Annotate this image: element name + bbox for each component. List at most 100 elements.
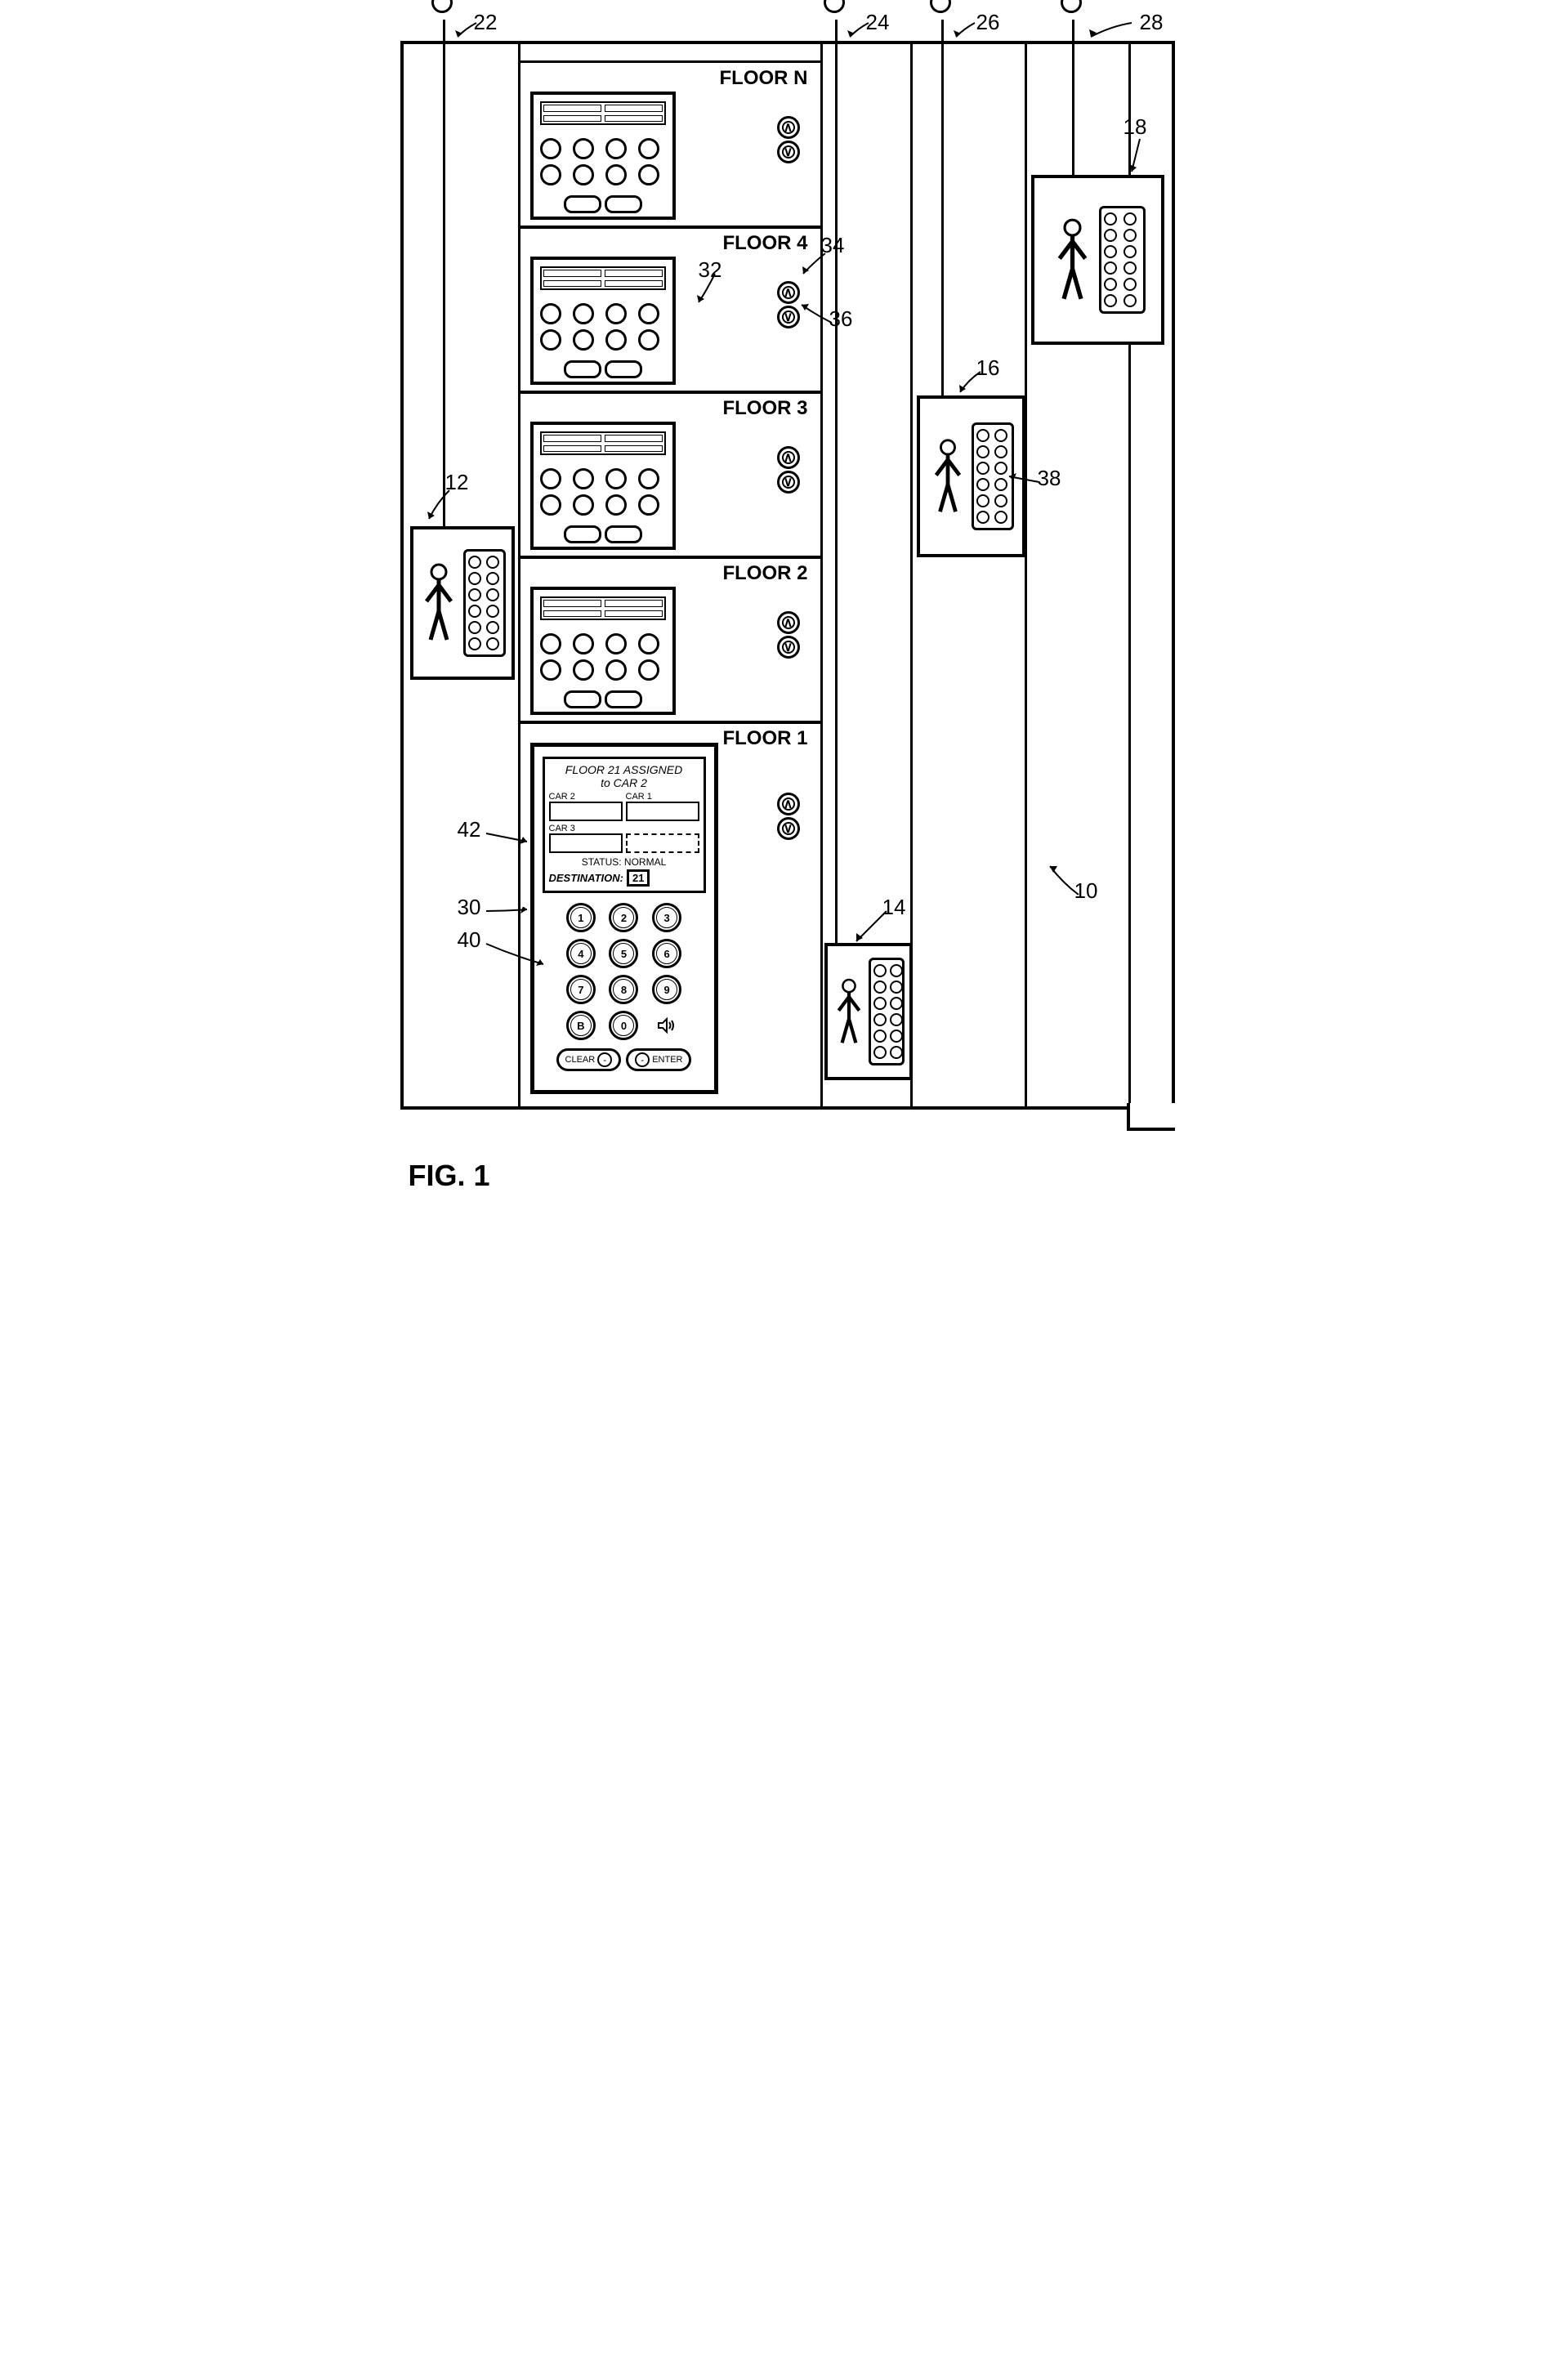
keypad-button[interactable] <box>638 659 659 681</box>
keypad-button[interactable] <box>573 303 594 324</box>
call-buttons: ∧ ∨ <box>777 281 800 328</box>
hall-keypad[interactable] <box>534 627 672 687</box>
oval-button[interactable] <box>564 195 601 213</box>
down-button[interactable]: ∨ <box>777 141 800 163</box>
key-0[interactable]: 0 <box>609 1011 638 1040</box>
call-buttons: ∧ ∨ <box>777 116 800 163</box>
keypad-button[interactable] <box>605 303 627 324</box>
oval-button[interactable] <box>605 195 642 213</box>
speaker-icon <box>657 1011 677 1040</box>
down-button[interactable]: ∨ <box>777 817 800 840</box>
hall-keypad[interactable] <box>534 132 672 192</box>
car-panel[interactable] <box>1099 206 1146 314</box>
keypad-button[interactable] <box>540 329 561 351</box>
hall-keypad[interactable] <box>534 297 672 357</box>
car-panel[interactable] <box>972 422 1014 530</box>
key-9[interactable]: 9 <box>652 975 681 1004</box>
keypad-button[interactable] <box>573 329 594 351</box>
keypad-button[interactable] <box>638 494 659 516</box>
keypad-button[interactable] <box>540 468 561 489</box>
person-icon <box>1050 217 1095 303</box>
up-button[interactable]: ∧ <box>777 281 800 304</box>
keypad-button[interactable] <box>605 138 627 159</box>
oval-button[interactable] <box>564 690 601 708</box>
key-7[interactable]: 7 <box>566 975 596 1004</box>
up-button[interactable]: ∧ <box>777 611 800 634</box>
clear-button[interactable]: CLEAR- <box>556 1048 622 1071</box>
keypad-button[interactable] <box>573 659 594 681</box>
keypad-button[interactable] <box>638 303 659 324</box>
keypad-button[interactable] <box>605 164 627 185</box>
keypad-button[interactable] <box>638 468 659 489</box>
hall-device[interactable] <box>530 92 676 220</box>
down-button[interactable]: ∨ <box>777 471 800 494</box>
up-button[interactable]: ∧ <box>777 446 800 469</box>
hall-keypad[interactable] <box>534 462 672 522</box>
hall-device[interactable] <box>530 587 676 715</box>
keypad-button[interactable] <box>638 329 659 351</box>
keypad-button[interactable] <box>540 303 561 324</box>
elevator-car-12 <box>410 526 515 680</box>
down-button[interactable]: ∨ <box>777 636 800 659</box>
keypad-button[interactable] <box>573 633 594 654</box>
key-1[interactable]: 1 <box>566 903 596 932</box>
car-slot <box>549 802 623 821</box>
device-keypad: 1 2 3 4 5 6 7 8 9 B 0 <box>534 900 714 1043</box>
keypad-button[interactable] <box>540 659 561 681</box>
keypad-button[interactable] <box>573 164 594 185</box>
floor-label: FLOOR 4 <box>722 232 807 255</box>
floor-n: FLOOR N ∧ ∨ <box>518 60 820 229</box>
key-2[interactable]: 2 <box>609 903 638 932</box>
hall-screen <box>540 266 666 290</box>
car-label: CAR 1 <box>626 792 699 802</box>
cable <box>835 20 838 943</box>
keypad-button[interactable] <box>540 494 561 516</box>
elevator-car-16 <box>917 395 1025 557</box>
cable-ball <box>1061 0 1082 13</box>
elevator-car-18 <box>1031 175 1164 345</box>
call-buttons: ∧ ∨ <box>777 793 800 840</box>
car-label: CAR 3 <box>549 824 623 833</box>
keypad-button[interactable] <box>605 633 627 654</box>
ref-42: 42 <box>458 817 481 842</box>
down-button[interactable]: ∨ <box>777 306 800 328</box>
cable-ball <box>930 0 951 13</box>
key-5[interactable]: 5 <box>609 939 638 968</box>
key-8[interactable]: 8 <box>609 975 638 1004</box>
keypad-button[interactable] <box>605 329 627 351</box>
key-6[interactable]: 6 <box>652 939 681 968</box>
oval-button[interactable] <box>564 360 601 378</box>
up-button[interactable]: ∧ <box>777 116 800 139</box>
key-b[interactable]: B <box>566 1011 596 1040</box>
key-4[interactable]: 4 <box>566 939 596 968</box>
keypad-button[interactable] <box>605 494 627 516</box>
keypad-button[interactable] <box>638 164 659 185</box>
keypad-button[interactable] <box>573 494 594 516</box>
keypad-button[interactable] <box>540 138 561 159</box>
key-3[interactable]: 3 <box>652 903 681 932</box>
oval-button[interactable] <box>605 525 642 543</box>
oval-button[interactable] <box>564 525 601 543</box>
car-slot <box>626 802 699 821</box>
ref-14: 14 <box>882 895 906 920</box>
keypad-button[interactable] <box>638 138 659 159</box>
keypad-button[interactable] <box>540 633 561 654</box>
keypad-button[interactable] <box>573 468 594 489</box>
hall-device[interactable] <box>530 422 676 550</box>
keypad-button[interactable] <box>573 138 594 159</box>
hall-device[interactable] <box>530 257 676 385</box>
car-panel[interactable] <box>463 549 506 657</box>
car-panel[interactable] <box>869 958 905 1065</box>
keypad-button[interactable] <box>605 659 627 681</box>
enter-button[interactable]: -ENTER <box>626 1048 691 1071</box>
up-button[interactable]: ∧ <box>777 793 800 815</box>
keypad-button[interactable] <box>540 164 561 185</box>
keypad-button[interactable] <box>605 468 627 489</box>
cable-ball <box>431 0 453 13</box>
destination-entry-device[interactable]: FLOOR 21 ASSIGNED to CAR 2 CAR 2 CAR 1 C… <box>530 743 718 1094</box>
keypad-button[interactable] <box>638 633 659 654</box>
floor-label: FLOOR 1 <box>722 727 807 750</box>
car-label: CAR 2 <box>549 792 623 802</box>
oval-button[interactable] <box>605 360 642 378</box>
oval-button[interactable] <box>605 690 642 708</box>
